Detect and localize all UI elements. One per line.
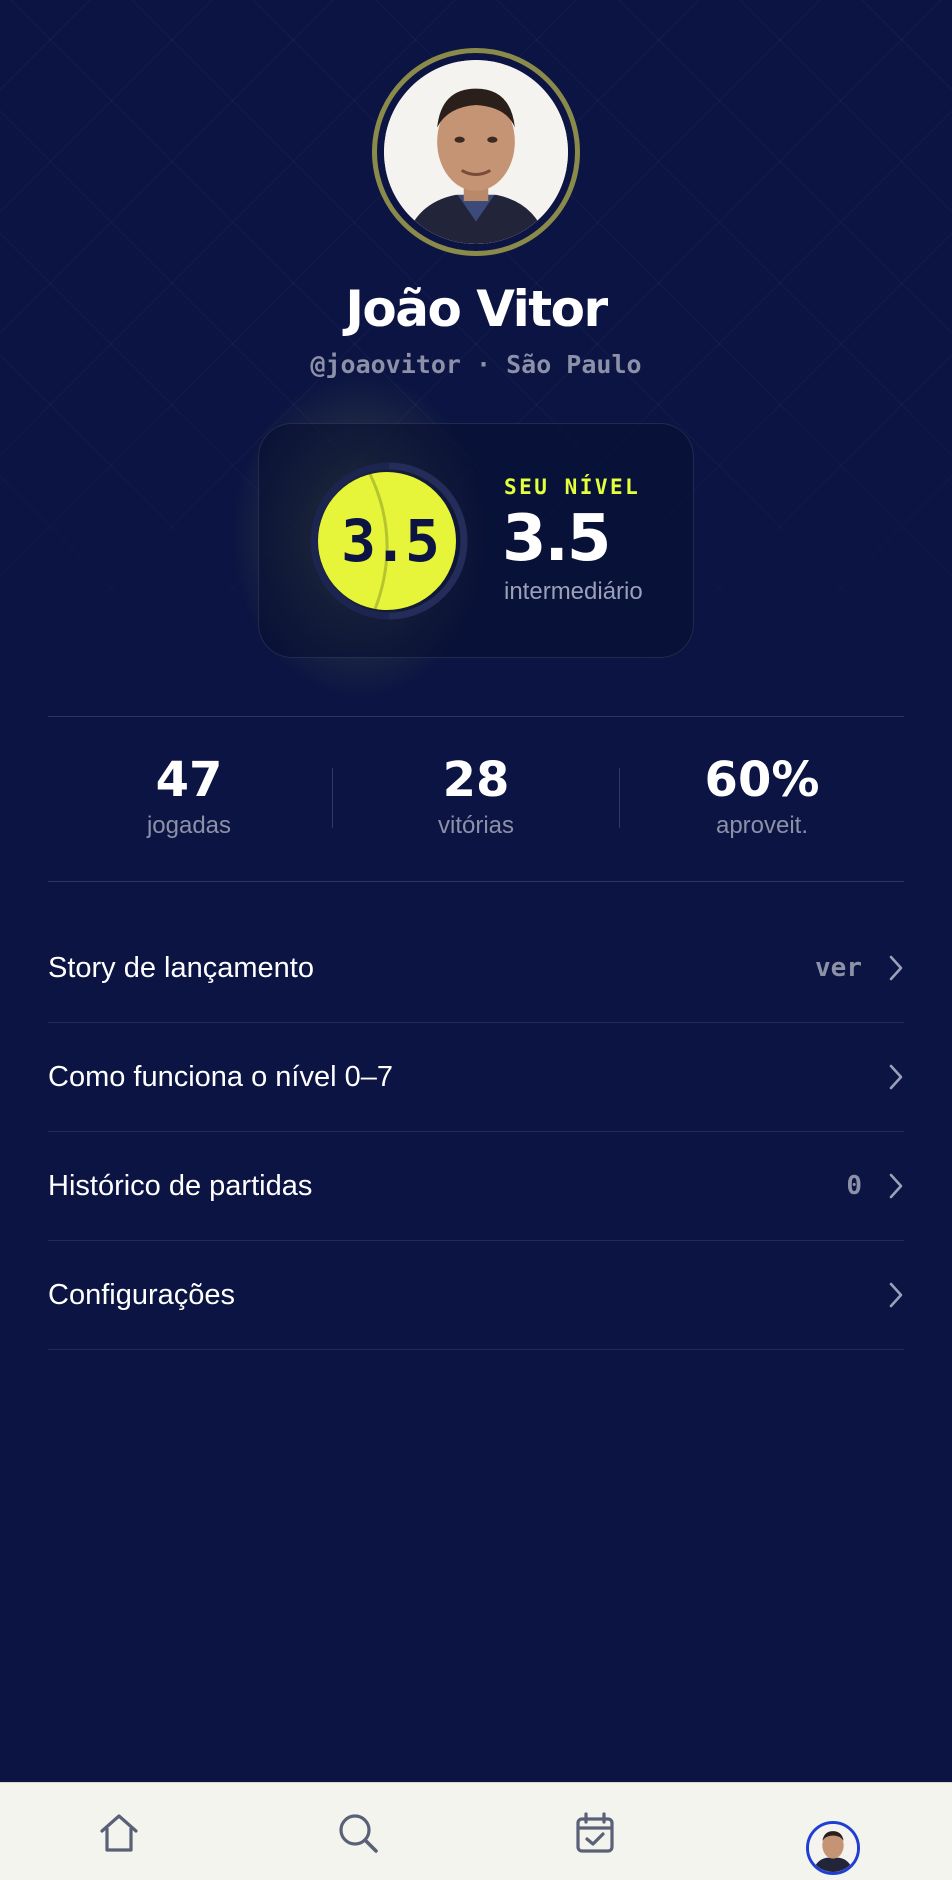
level-description: intermediário <box>504 578 643 605</box>
menu-item-level-info[interactable]: Como funciona o nível 0–7 <box>48 1023 904 1132</box>
chevron-right-icon <box>889 1064 903 1090</box>
home-icon <box>100 1814 138 1852</box>
profile-name: João Vitor <box>345 280 608 338</box>
ball-level-value: 3.5 <box>341 507 440 575</box>
menu-item-extra: ver <box>815 953 862 983</box>
divider-bottom <box>48 881 904 882</box>
level-label: SEU NÍVEL <box>504 475 641 499</box>
calendar-check-icon <box>576 1812 614 1853</box>
chevron-right-icon <box>889 955 903 981</box>
chevron-right-icon <box>889 1282 903 1308</box>
menu-item-count: 0 <box>846 1171 862 1201</box>
profile-photo <box>384 60 568 244</box>
tab-calendar[interactable] <box>567 1805 623 1861</box>
menu-item-launch-story[interactable]: Story de lançamento ver <box>48 914 904 1023</box>
tab-home[interactable] <box>91 1805 147 1861</box>
stat-label: aproveit. <box>715 812 809 839</box>
menu-item-label: Como funciona o nível 0–7 <box>48 1060 393 1093</box>
menu-item-label: Histórico de partidas <box>48 1169 313 1202</box>
stat-label: vitórias <box>437 812 515 839</box>
menu-item-label: Story de lançamento <box>48 951 314 984</box>
stat-win-rate: 60% aproveit. <box>619 752 905 840</box>
tab-profile-avatar[interactable] <box>806 1821 860 1875</box>
stat-value: 60% <box>704 752 820 808</box>
profile-avatar[interactable] <box>372 48 580 256</box>
stat-value: 47 <box>155 752 223 808</box>
menu-item-label: Configurações <box>48 1278 235 1311</box>
bottom-tab-bar <box>0 1782 952 1880</box>
profile-photo-small <box>809 1824 857 1872</box>
search-icon <box>339 1814 378 1853</box>
stat-value: 28 <box>442 752 510 808</box>
profile-handle-location: @joaovitor · São Paulo <box>310 350 642 379</box>
menu-item-match-history[interactable]: Histórico de partidas 0 <box>48 1132 904 1241</box>
stat-wins: 28 vitórias <box>333 752 619 840</box>
stat-games: 47 jogadas <box>46 752 332 840</box>
stat-label: jogadas <box>146 812 232 839</box>
tab-search[interactable] <box>330 1805 386 1861</box>
menu-item-settings[interactable]: Configurações <box>48 1241 904 1350</box>
divider-top <box>48 716 904 717</box>
chevron-right-icon <box>889 1173 903 1199</box>
level-value: 3.5 <box>502 502 611 576</box>
